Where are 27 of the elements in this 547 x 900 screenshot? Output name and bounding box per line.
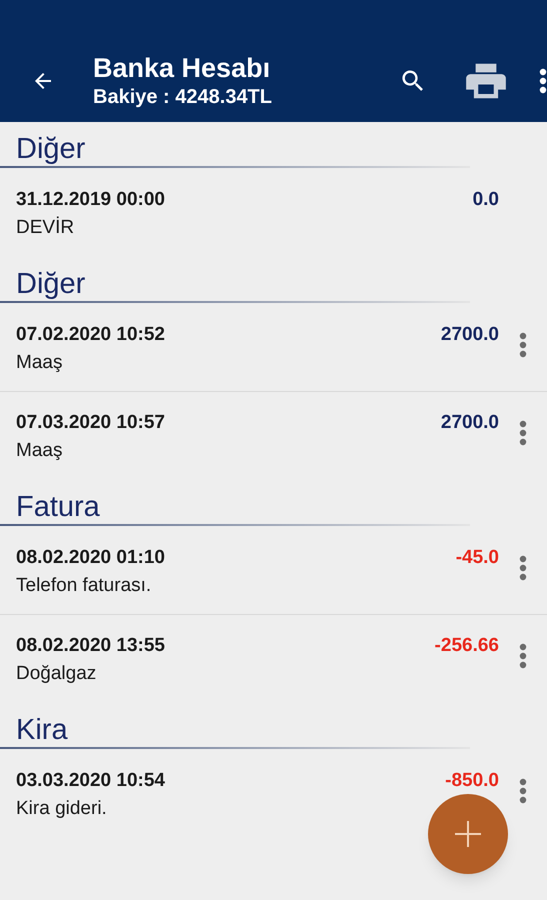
transaction-description: Kira gideri. [16,797,108,821]
transaction-description: Doğalgaz [16,662,98,686]
transaction-amount: -45.0 [456,546,499,570]
transaction-amount: 2700.0 [440,323,499,347]
transaction-date: 03.03.2020 10:54 [16,769,165,793]
transaction-date: 07.03.2020 10:57 [16,411,165,435]
transaction-date: 31.12.2019 00:00 [16,188,165,212]
transaction-date: 08.02.2020 13:55 [16,634,165,658]
transaction-amount: -850.0 [445,769,499,793]
category-heading: Fatura [16,490,101,524]
category-heading: Kira [16,713,69,747]
transaction-amount: 2700.0 [440,411,499,435]
transaction-description: Maaş [16,439,64,463]
transaction-description: Maaş [16,351,64,375]
transaction-description: Telefon faturası. [16,574,152,598]
category-heading: Diğer [16,267,86,301]
balance-text: Bakiye : 4248.34TL [93,85,272,110]
app-bar-title: Banka Hesabı [93,52,272,84]
transaction-amount: 0.0 [472,188,499,212]
transaction-amount: -256.66 [434,634,499,658]
transaction-date: 08.02.2020 01:10 [16,546,165,570]
plus-icon [455,821,481,847]
category-heading: Diğer [16,132,86,166]
more-options-icon[interactable] [539,68,547,94]
transaction-description: DEVİR [16,216,76,240]
transaction-date: 07.02.2020 10:52 [16,323,165,347]
printer-icon[interactable] [465,62,507,100]
